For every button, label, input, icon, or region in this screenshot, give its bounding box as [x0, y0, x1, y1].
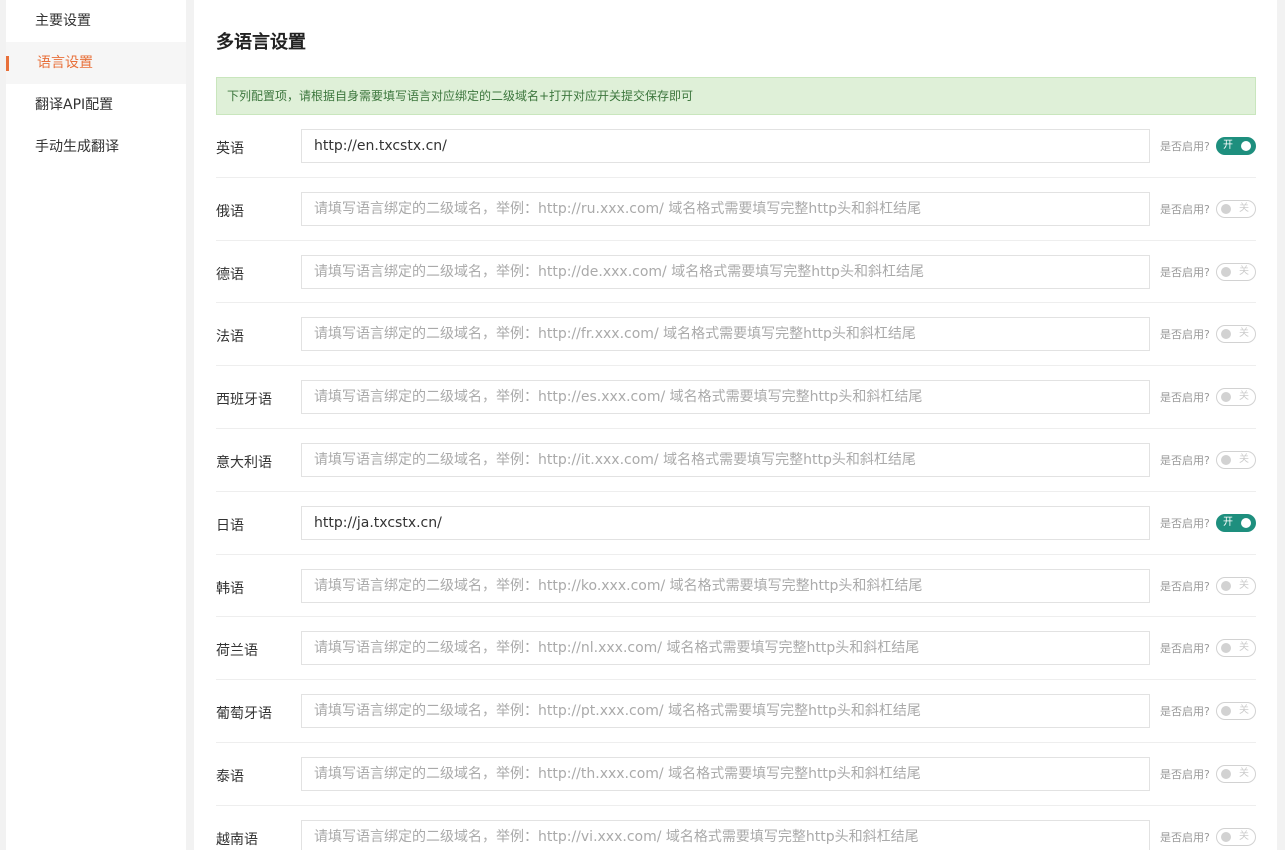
- domain-input[interactable]: [301, 505, 1150, 540]
- enable-label: 是否启用?: [1160, 202, 1210, 216]
- enable-label: 是否启用?: [1160, 579, 1210, 593]
- enable-label: 是否启用?: [1160, 391, 1210, 405]
- language-name: 法语: [216, 329, 244, 346]
- enable-label: 是否启用?: [1160, 642, 1210, 656]
- language-name: 英语: [216, 141, 244, 157]
- enable-toggle[interactable]: 关: [1216, 827, 1256, 846]
- enable-toggle[interactable]: 关: [1216, 199, 1256, 218]
- toggle-text: 开: [1223, 140, 1233, 151]
- language-row: 葡萄牙语 是否启用? 关: [216, 680, 1256, 743]
- language-name: 俄语: [216, 203, 244, 220]
- language-name: 韩语: [216, 580, 244, 597]
- domain-input[interactable]: [301, 694, 1150, 729]
- toggle-knob: [1221, 643, 1231, 654]
- enable-toggle[interactable]: 关: [1216, 262, 1256, 281]
- enable-toggle[interactable]: 关: [1216, 639, 1256, 658]
- enable-label: 是否启用?: [1160, 705, 1210, 719]
- toggle-knob: [1221, 266, 1231, 277]
- toggle-knob: [1221, 392, 1231, 403]
- language-row: 越南语 是否启用? 关: [216, 806, 1256, 850]
- domain-input[interactable]: [301, 442, 1150, 477]
- domain-input[interactable]: [301, 819, 1150, 850]
- toggle-knob: [1241, 517, 1251, 528]
- enable-label: 是否启用?: [1160, 140, 1210, 153]
- toggle-text: 关: [1239, 202, 1249, 214]
- sidebar-item-label: 手动生成翻译: [35, 139, 119, 155]
- toggle-text: 关: [1239, 328, 1249, 340]
- domain-input[interactable]: [301, 631, 1150, 666]
- domain-input[interactable]: [301, 317, 1150, 352]
- language-name: 荷兰语: [216, 643, 258, 660]
- enable-toggle[interactable]: 关: [1216, 388, 1256, 407]
- language-row: 法语 是否启用? 关: [216, 303, 1256, 367]
- language-list: 英语 是否启用? 开 俄语 是否启用? 关 德语 是否启用? 关 法语 是否启用…: [216, 115, 1256, 850]
- toggle-text: 开: [1223, 516, 1233, 528]
- language-row: 英语 是否启用? 开: [216, 115, 1256, 178]
- language-row: 荷兰语 是否启用? 关: [216, 617, 1256, 681]
- language-name: 日语: [216, 517, 244, 534]
- enable-label: 是否启用?: [1160, 453, 1210, 467]
- enable-label: 是否启用?: [1160, 516, 1210, 530]
- enable-toggle[interactable]: 关: [1216, 576, 1256, 595]
- toggle-text: 关: [1239, 642, 1249, 654]
- toggle-text: 关: [1239, 830, 1249, 842]
- language-name: 西班牙语: [216, 392, 272, 409]
- domain-input[interactable]: [301, 191, 1150, 226]
- language-row: 韩语 是否启用? 关: [216, 555, 1256, 618]
- main-panel: 多语言设置 下列配置项，请根据自身需要填写语言对应绑定的二级域名+打开对应开关提…: [194, 0, 1277, 850]
- language-name: 越南语: [216, 831, 258, 848]
- sidebar-item-manual-translate[interactable]: 手动生成翻译: [6, 126, 186, 168]
- domain-input[interactable]: [301, 129, 1150, 163]
- enable-toggle[interactable]: 关: [1216, 764, 1256, 783]
- toggle-knob: [1221, 768, 1231, 779]
- toggle-text: 关: [1239, 391, 1249, 403]
- sidebar-item-main-settings[interactable]: 主要设置: [6, 0, 186, 42]
- enable-label: 是否启用?: [1160, 328, 1210, 342]
- active-indicator: [6, 56, 9, 71]
- domain-input[interactable]: [301, 568, 1150, 603]
- toggle-knob: [1221, 580, 1231, 591]
- toggle-text: 关: [1239, 453, 1249, 465]
- language-name: 泰语: [216, 768, 244, 785]
- enable-toggle[interactable]: 开: [1216, 513, 1256, 532]
- toggle-knob: [1221, 329, 1231, 340]
- enable-toggle[interactable]: 关: [1216, 702, 1256, 721]
- language-name: 德语: [216, 266, 244, 283]
- sidebar-item-translate-api[interactable]: 翻译API配置: [6, 84, 186, 126]
- language-row: 德语 是否启用? 关: [216, 241, 1256, 304]
- info-notice: 下列配置项，请根据自身需要填写语言对应绑定的二级域名+打开对应开关提交保存即可: [216, 77, 1256, 115]
- toggle-text: 关: [1239, 579, 1249, 591]
- toggle-text: 关: [1239, 705, 1249, 717]
- sidebar-item-label: 主要设置: [35, 13, 91, 29]
- page-title: 多语言设置: [216, 32, 306, 53]
- sidebar-item-language-settings[interactable]: 语言设置: [6, 42, 186, 84]
- enable-label: 是否启用?: [1160, 265, 1210, 279]
- sidebar-item-label: 翻译API配置: [35, 97, 114, 113]
- domain-input[interactable]: [301, 254, 1150, 289]
- language-row: 意大利语 是否启用? 关: [216, 429, 1256, 492]
- toggle-knob: [1221, 454, 1231, 465]
- language-name: 葡萄牙语: [216, 706, 272, 723]
- toggle-text: 关: [1239, 767, 1249, 779]
- enable-toggle[interactable]: 关: [1216, 325, 1256, 344]
- toggle-knob: [1221, 706, 1231, 717]
- language-row: 西班牙语 是否启用? 关: [216, 366, 1256, 429]
- language-row: 泰语 是否启用? 关: [216, 743, 1256, 806]
- toggle-knob: [1221, 203, 1231, 214]
- sidebar-item-label: 语言设置: [37, 55, 93, 71]
- toggle-knob: [1221, 831, 1231, 842]
- language-row: 日语 是否启用? 开: [216, 492, 1256, 555]
- enable-label: 是否启用?: [1160, 767, 1210, 781]
- sidebar-nav: 主要设置 语言设置 翻译API配置 手动生成翻译: [6, 0, 186, 850]
- toggle-text: 关: [1239, 265, 1249, 277]
- language-row: 俄语 是否启用? 关: [216, 178, 1256, 241]
- domain-input[interactable]: [301, 380, 1150, 415]
- domain-input[interactable]: [301, 756, 1150, 791]
- enable-toggle[interactable]: 关: [1216, 450, 1256, 469]
- enable-toggle[interactable]: 开: [1216, 137, 1256, 155]
- toggle-knob: [1241, 141, 1251, 151]
- language-name: 意大利语: [216, 454, 272, 471]
- enable-label: 是否启用?: [1160, 830, 1210, 844]
